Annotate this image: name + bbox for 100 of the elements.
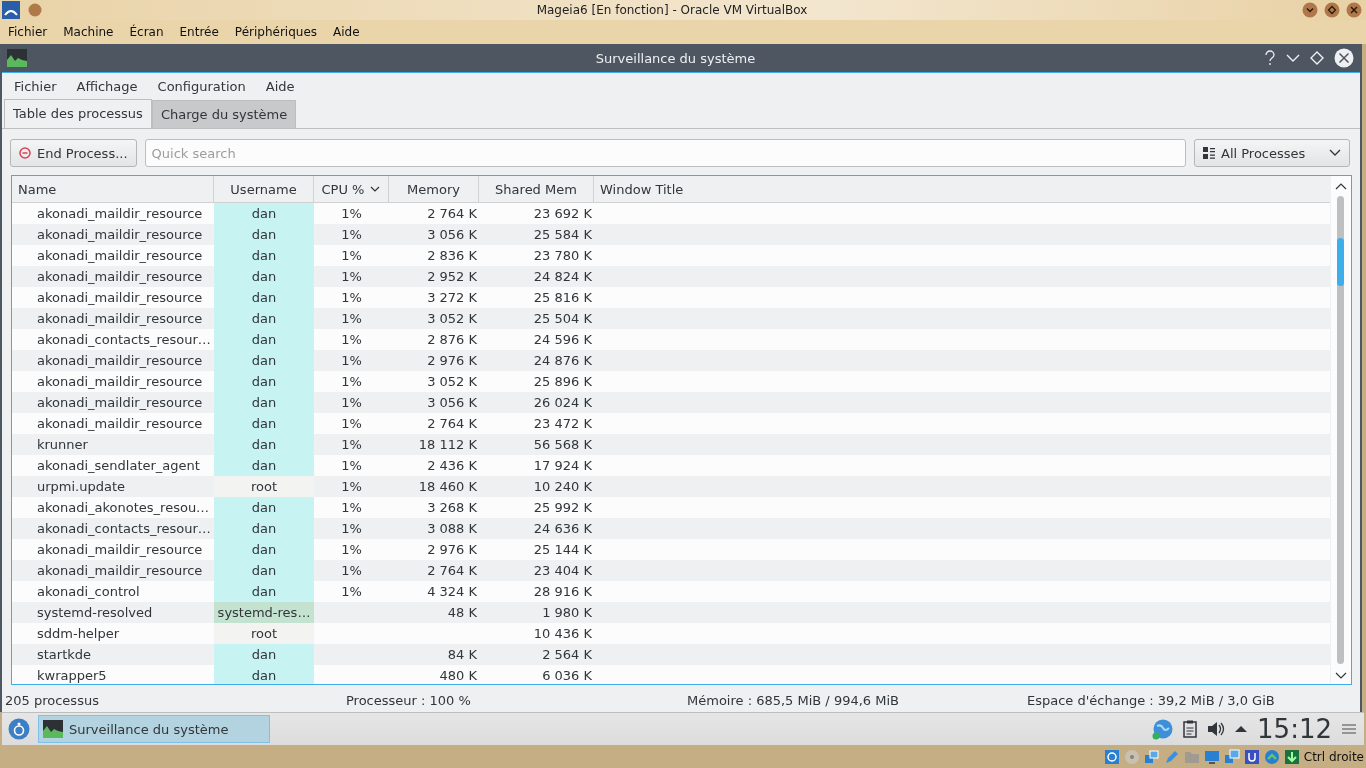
cpu-cell-text: 1%: [340, 478, 363, 496]
memory-cell-text: 3 052 K: [426, 373, 478, 391]
username-cell: dan: [214, 224, 314, 245]
scroll-down-icon[interactable]: [1335, 672, 1347, 680]
tab[interactable]: Table des processus: [4, 99, 152, 128]
shared-memory-cell-text: 25 992 K: [532, 499, 593, 517]
shared-memory-cell-text: 6 036 K: [541, 667, 593, 684]
scrollbar-thumb[interactable]: [1337, 238, 1344, 286]
network-icon[interactable]: [1223, 748, 1240, 765]
memory-cell-text: 3 056 K: [426, 226, 478, 244]
shared-memory-cell-text: 26 024 K: [532, 394, 593, 412]
end-process-button[interactable]: End Process...: [10, 139, 137, 167]
clipboard-icon[interactable]: [1183, 720, 1198, 738]
shared-memory-cell-text: 1 980 K: [541, 604, 593, 622]
column-header[interactable]: Username: [214, 176, 314, 202]
process-name: akonadi_maildir_resource: [36, 373, 204, 391]
memory-cell-text: 3 052 K: [426, 310, 478, 328]
usb-icon[interactable]: [1243, 748, 1260, 765]
process-name: akonadi_maildir_resource: [36, 310, 204, 328]
circle-icon[interactable]: [28, 3, 42, 17]
username-cell: dan: [214, 581, 314, 602]
memory-cell-text: 84 K: [446, 646, 478, 664]
username-cell: dan: [214, 434, 314, 455]
tab[interactable]: Charge du système: [151, 100, 297, 128]
process-name: akonadi_maildir_resource: [36, 268, 204, 286]
shared-memory-cell-text: 25 584 K: [532, 226, 593, 244]
window-title: Surveillance du système: [594, 50, 757, 66]
status-text: Processeur : 100 %: [346, 692, 472, 708]
menu-item[interactable]: Entrée: [171, 25, 227, 39]
cpu-cell-text: 1%: [340, 331, 363, 349]
column-header[interactable]: Memory: [389, 176, 479, 202]
column-header[interactable]: Name: [12, 176, 214, 202]
menu-item[interactable]: Configuration: [147, 79, 256, 94]
process-name: systemd-resolved: [36, 604, 154, 622]
cpu-cell-text: 1%: [340, 310, 363, 328]
menu-icon[interactable]: [1342, 723, 1356, 735]
cpu-cell-text: 1%: [340, 373, 363, 391]
shared-memory-cell-text: 24 824 K: [532, 268, 593, 286]
speaker-icon[interactable]: [1207, 721, 1226, 737]
column-header[interactable]: Shared Mem: [479, 176, 594, 202]
cpu-cell-text: 1%: [340, 226, 363, 244]
username-cell: dan: [214, 644, 314, 665]
clock[interactable]: 15:12: [1257, 716, 1332, 742]
column-header[interactable]: CPU %: [314, 176, 389, 202]
memory-cell-text: 2 952 K: [426, 268, 478, 286]
list-icon: [1203, 147, 1215, 159]
globe-icon[interactable]: [1151, 718, 1174, 740]
help-icon[interactable]: [1264, 50, 1276, 66]
menu-item[interactable]: Écran: [121, 25, 172, 39]
taskbar-task[interactable]: Surveillance du système: [38, 715, 270, 743]
shared-memory-cell-text: 25 144 K: [532, 541, 593, 559]
caret-up-icon[interactable]: [1235, 725, 1248, 733]
username-cell: dan: [214, 539, 314, 560]
monitor-icon[interactable]: [1203, 748, 1220, 765]
username-cell: dan: [214, 392, 314, 413]
memory-cell-text: 3 056 K: [426, 394, 478, 412]
shared-memory-cell-text: 17 924 K: [532, 457, 593, 475]
menu-item[interactable]: Fichier: [0, 25, 56, 39]
menu-item[interactable]: Aide: [325, 25, 368, 39]
chart-icon: [43, 720, 63, 738]
maximize-icon[interactable]: [1310, 51, 1324, 65]
scroll-up-icon[interactable]: [1335, 182, 1347, 190]
username-cell: dan: [214, 371, 314, 392]
maximize-button[interactable]: [1324, 2, 1340, 18]
memory-cell-text: 2 764 K: [426, 415, 478, 433]
process-name: kwrapper5: [36, 667, 108, 684]
scrollbar-track[interactable]: [1337, 196, 1344, 664]
username-cell: root: [214, 623, 314, 644]
memory-cell-text: 48 K: [446, 604, 478, 622]
close-button[interactable]: [1346, 2, 1362, 18]
process-name: akonadi_maildir_resource: [36, 205, 204, 223]
memory-cell-text: 2 436 K: [426, 457, 478, 475]
username-cell: dan: [214, 350, 314, 371]
cpu-cell-text: 1%: [340, 541, 363, 559]
download-icon[interactable]: [1283, 748, 1300, 765]
shared-memory-cell-text: 24 636 K: [532, 520, 593, 538]
cpu-cell-text: 1%: [340, 415, 363, 433]
shared-memory-cell-text: 10 240 K: [532, 478, 593, 496]
minimize-button[interactable]: [1302, 2, 1318, 18]
memory-cell-text: 2 976 K: [426, 541, 478, 559]
process-name: akonadi_akonotes_resou…: [36, 499, 211, 517]
shared-memory-cell-text: 56 568 K: [532, 436, 593, 454]
process-name: akonadi_maildir_resource: [36, 289, 204, 307]
close-icon[interactable]: [1334, 48, 1354, 68]
memory-cell-text: 18 460 K: [417, 478, 478, 496]
cpu-cell-text: 1%: [340, 520, 363, 538]
process-filter-dropdown[interactable]: All Processes: [1194, 139, 1350, 167]
username-cell: dan: [214, 287, 314, 308]
launcher-icon[interactable]: [8, 718, 30, 740]
menu-item[interactable]: Aide: [255, 79, 305, 94]
memory-cell-text: 2 836 K: [426, 247, 478, 265]
menu-item[interactable]: Fichier: [4, 79, 67, 94]
username-cell: root: [214, 476, 314, 497]
search-field[interactable]: Quick search: [144, 139, 1186, 167]
menu-item[interactable]: Périphériques: [226, 25, 326, 39]
chevron-down-icon: [1329, 149, 1341, 157]
menu-item[interactable]: Machine: [55, 25, 122, 39]
cpu-cell-text: 1%: [340, 583, 363, 601]
status-text: Espace d'échange : 39,2 MiB / 3,0 GiB: [1027, 692, 1276, 708]
menu-item[interactable]: Affichage: [66, 79, 148, 94]
